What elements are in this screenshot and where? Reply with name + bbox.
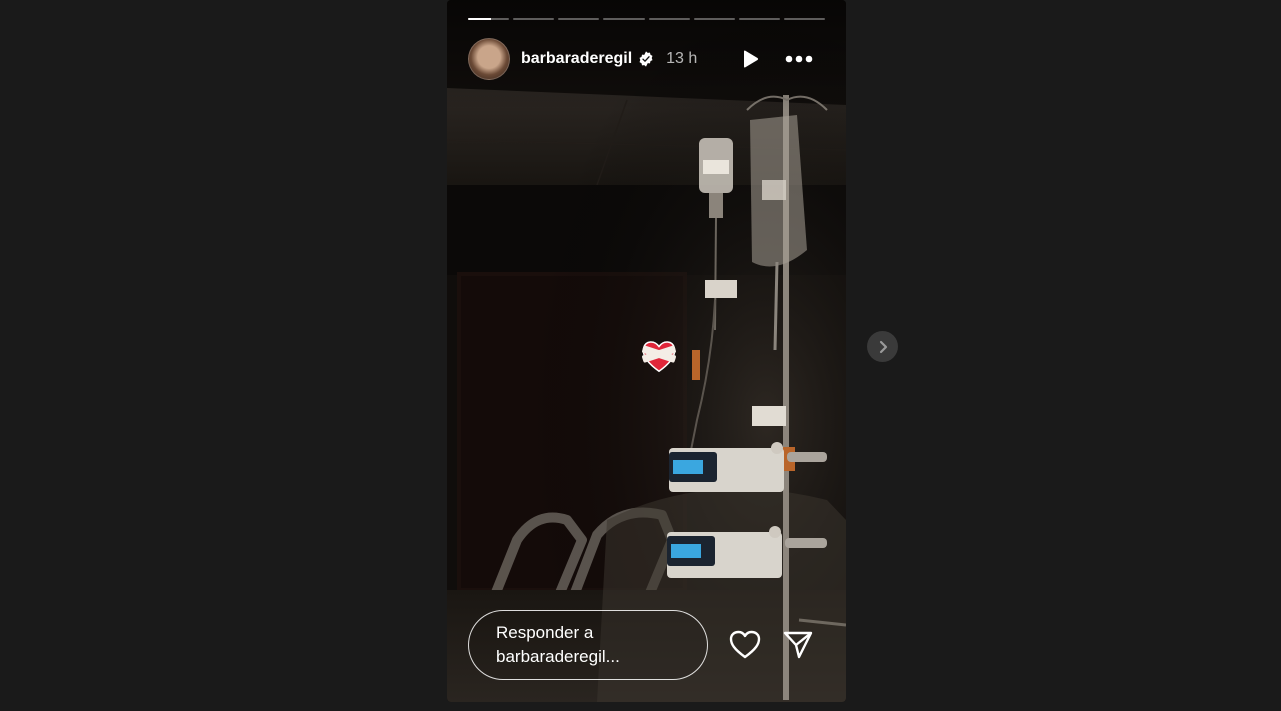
next-story-button[interactable]: [867, 331, 898, 362]
avatar[interactable]: [468, 38, 510, 80]
heart-icon[interactable]: [729, 630, 761, 660]
progress-segment: [468, 18, 510, 20]
progress-fill: [468, 18, 491, 20]
progress-segment: [558, 18, 600, 20]
progress-segment: [738, 18, 780, 20]
progress-segment: [648, 18, 690, 20]
more-options-icon[interactable]: [784, 48, 814, 70]
username[interactable]: barbaraderegil: [521, 50, 632, 68]
story-progress: [468, 18, 825, 21]
reply-input[interactable]: Responder a barbaraderegil...: [468, 610, 708, 680]
chevron-right-icon: [879, 340, 887, 353]
progress-segment: [513, 18, 555, 20]
story-viewer: barbaraderegil 13 h Responder a barbarad…: [447, 0, 846, 702]
play-icon[interactable]: [740, 49, 760, 69]
verified-badge-icon: [639, 51, 653, 67]
progress-segment: [603, 18, 645, 20]
story-header: barbaraderegil 13 h: [468, 38, 825, 80]
progress-segment: [783, 18, 825, 20]
post-time: 13 h: [666, 50, 698, 67]
send-icon[interactable]: [782, 630, 814, 660]
reply-placeholder: Responder a barbaraderegil...: [496, 623, 620, 666]
mending-heart-sticker: [642, 341, 676, 373]
progress-segment: [693, 18, 735, 20]
